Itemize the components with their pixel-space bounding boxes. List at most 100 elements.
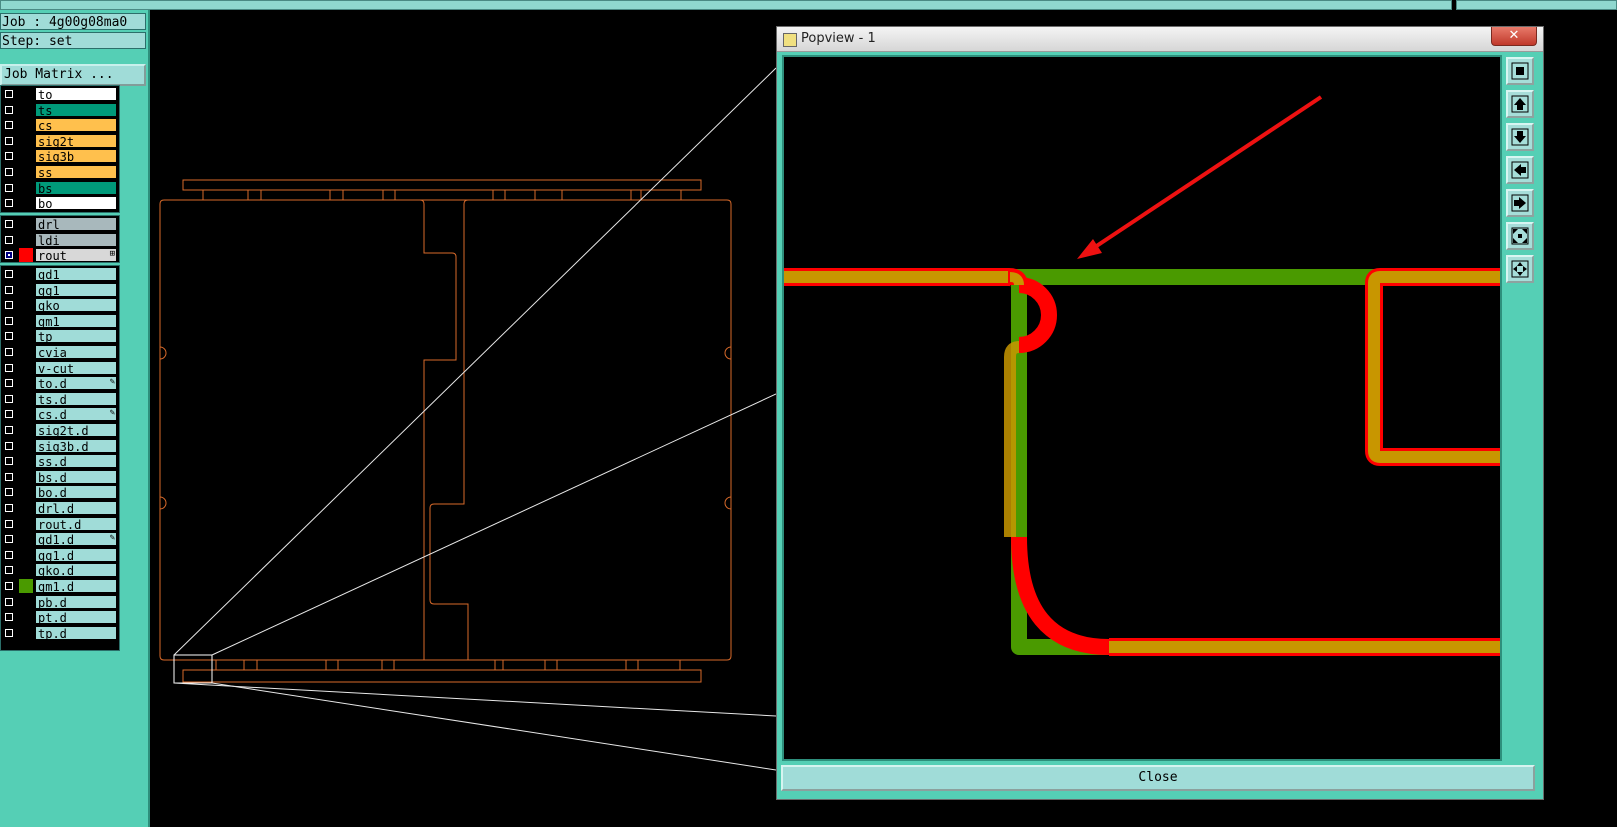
layer-name[interactable]: gg1.d [35, 547, 117, 562]
layer-color-swatch[interactable] [19, 392, 33, 406]
graphic-canvas[interactable] [150, 10, 776, 827]
layer-color-swatch[interactable] [19, 595, 33, 609]
layer-row-rout[interactable]: rout ⊞ [1, 247, 119, 263]
layer-checkbox[interactable] [5, 168, 13, 176]
layer-color-swatch[interactable] [19, 423, 33, 437]
top-field-right[interactable] [1456, 0, 1617, 10]
layer-checkbox[interactable] [5, 152, 13, 161]
layer-name[interactable]: to [35, 87, 117, 101]
layer-row-v-cut[interactable]: v-cut [1, 360, 119, 376]
layer-name[interactable]: cs.d [35, 407, 117, 422]
layer-row-cvia[interactable]: cvia [1, 344, 119, 360]
layer-name[interactable]: sig3b [35, 149, 117, 164]
pan-left-icon[interactable] [1506, 156, 1534, 184]
layer-color-swatch[interactable] [19, 532, 33, 546]
layer-color-swatch[interactable] [19, 376, 33, 390]
layer-row-sig3b[interactable]: sig3b [1, 148, 119, 164]
layer-row-rout-d[interactable]: rout.d [1, 516, 119, 532]
layer-row-gd1-d[interactable]: gd1.d ✎ [1, 531, 119, 547]
layer-row-sig3b-d[interactable]: sig3b.d [1, 438, 119, 454]
layer-name[interactable]: gg1 [35, 282, 117, 297]
layer-row-cs[interactable]: cs [1, 117, 119, 133]
layer-checkbox[interactable] [5, 235, 13, 244]
layer-color-swatch[interactable] [19, 196, 33, 210]
layer-color-swatch[interactable] [19, 548, 33, 562]
layer-row-cs-d[interactable]: cs.d ✎ [1, 406, 119, 422]
layer-row-drl-d[interactable]: drl.d [1, 500, 119, 516]
layer-checkbox[interactable] [5, 613, 13, 622]
layer-checkbox[interactable] [5, 519, 13, 528]
layer-row-ts-d[interactable]: ts.d [1, 391, 119, 407]
layer-name[interactable]: gm1.d [35, 579, 117, 593]
layer-color-swatch[interactable] [19, 485, 33, 499]
pan-down-icon[interactable] [1506, 123, 1534, 151]
layer-color-swatch[interactable] [19, 329, 33, 343]
zoom-fit-icon[interactable] [1506, 57, 1534, 85]
layer-row-bs[interactable]: bs [1, 180, 119, 196]
layer-checkbox[interactable] [5, 379, 13, 388]
layer-row-pb-d[interactable]: pb.d [1, 594, 119, 610]
layer-name[interactable]: v-cut [35, 360, 117, 375]
layer-name[interactable]: gd1 [35, 267, 117, 281]
layer-color-swatch[interactable] [19, 610, 33, 624]
layer-checkbox[interactable] [5, 441, 13, 450]
layer-name[interactable]: bo.d [35, 485, 117, 500]
layer-color-swatch[interactable] [19, 283, 33, 297]
layer-row-bo[interactable]: bo [1, 195, 119, 211]
layer-color-swatch[interactable] [19, 579, 33, 593]
layer-checkbox[interactable] [5, 410, 13, 419]
layer-checkbox[interactable] [5, 488, 13, 497]
layer-name[interactable]: sig3b.d [35, 438, 117, 453]
layer-checkbox[interactable] [5, 472, 13, 481]
layer-color-swatch[interactable] [19, 439, 33, 453]
layer-row-tp-d[interactable]: tp.d [1, 625, 119, 641]
layer-row-gg1[interactable]: gg1 [1, 282, 119, 298]
layer-row-ldi[interactable]: ldi [1, 232, 119, 248]
layer-checkbox[interactable] [5, 582, 13, 590]
layer-color-swatch[interactable] [19, 407, 33, 421]
layer-row-gd1[interactable]: gd1 [1, 266, 119, 282]
layer-checkbox[interactable] [5, 504, 13, 512]
pan-right-icon[interactable] [1506, 189, 1534, 217]
layer-row-gm1-d[interactable]: gm1.d [1, 578, 119, 594]
layer-color-swatch[interactable] [19, 267, 33, 281]
layer-color-swatch[interactable] [19, 501, 33, 515]
layer-checkbox[interactable] [5, 316, 13, 325]
layer-color-swatch[interactable] [19, 103, 33, 117]
layer-name[interactable]: sig2t.d [35, 423, 117, 437]
layer-name[interactable]: rout [35, 248, 117, 263]
layer-name[interactable]: cvia [35, 345, 117, 359]
pan-up-icon[interactable] [1506, 90, 1534, 118]
layer-color-swatch[interactable] [19, 626, 33, 640]
layer-color-swatch[interactable] [19, 314, 33, 328]
layer-row-ts[interactable]: ts [1, 102, 119, 118]
top-field[interactable] [0, 0, 1452, 10]
layer-row-gm1[interactable]: gm1 [1, 313, 119, 329]
layer-checkbox[interactable] [5, 251, 13, 260]
job-matrix-button[interactable]: Job Matrix ... [0, 64, 146, 86]
layer-checkbox[interactable] [5, 121, 13, 130]
layer-checkbox[interactable] [5, 199, 13, 208]
layer-color-swatch[interactable] [19, 217, 33, 231]
layer-name[interactable]: gd1.d [35, 532, 117, 547]
layer-name[interactable]: bs [35, 180, 117, 195]
layer-color-swatch[interactable] [19, 118, 33, 132]
layer-name[interactable]: ldi [35, 232, 117, 247]
layer-checkbox[interactable] [5, 457, 13, 466]
zoom-out-icon[interactable] [1506, 222, 1534, 250]
layer-name[interactable]: ts [35, 102, 117, 117]
layer-row-ss[interactable]: ss [1, 164, 119, 180]
layer-color-swatch[interactable] [19, 361, 33, 375]
layer-color-swatch[interactable] [19, 165, 33, 179]
layer-name[interactable]: bo [35, 196, 117, 211]
layer-color-swatch[interactable] [19, 134, 33, 148]
layer-name[interactable]: sig2t [35, 133, 117, 148]
layer-name[interactable]: gko [35, 298, 117, 313]
layer-checkbox[interactable] [5, 136, 13, 145]
layer-name[interactable]: tp [35, 329, 117, 344]
layer-row-bs-d[interactable]: bs.d [1, 469, 119, 485]
layer-row-gko[interactable]: gko [1, 297, 119, 313]
popview-canvas[interactable] [782, 55, 1502, 761]
layer-checkbox[interactable] [5, 348, 13, 356]
layer-name[interactable]: ss [35, 165, 117, 179]
